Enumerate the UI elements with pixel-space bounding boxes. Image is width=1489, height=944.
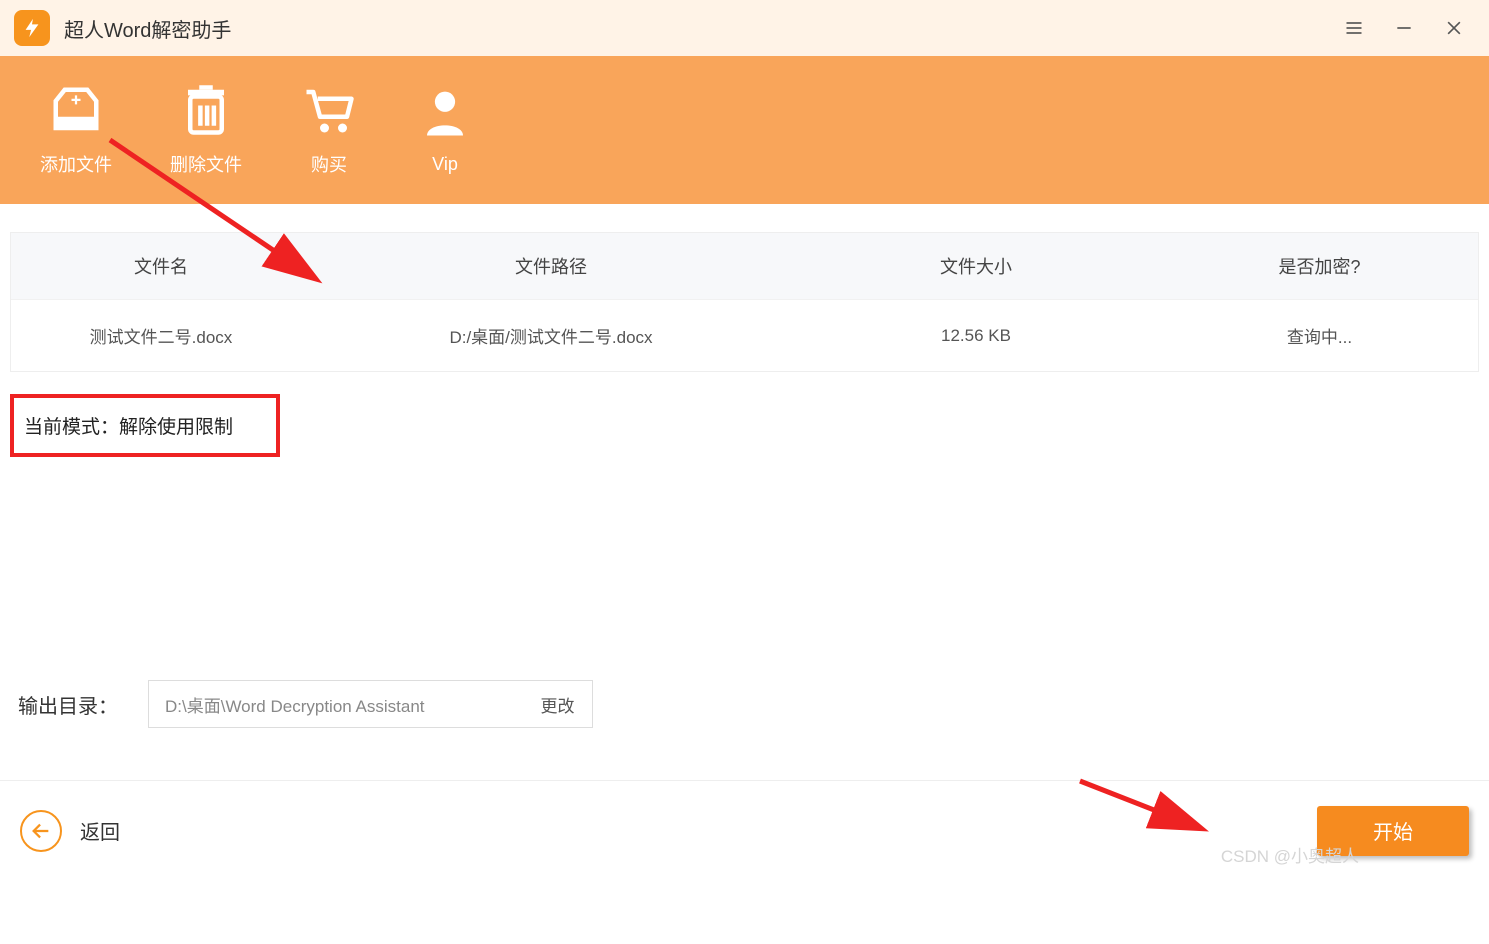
app-logo-icon (14, 10, 50, 46)
add-file-label: 添加文件 (40, 151, 112, 177)
minimize-icon[interactable] (1393, 17, 1415, 39)
header-filename: 文件名 (11, 253, 311, 279)
cell-encrypted: 查询中... (1161, 323, 1478, 348)
change-output-button[interactable]: 更改 (523, 680, 593, 728)
cell-filename: 测试文件二号.docx (11, 323, 311, 348)
table-row[interactable]: 测试文件二号.docx D:/桌面/测试文件二号.docx 12.56 KB 查… (11, 299, 1478, 371)
header-filesize: 文件大小 (791, 253, 1161, 279)
output-directory-row: 输出目录： D:\桌面\Word Decryption Assistant 更改 (18, 680, 593, 728)
vip-button[interactable]: Vip (416, 86, 474, 175)
add-file-icon (47, 83, 105, 137)
file-table-header: 文件名 文件路径 文件大小 是否加密? (11, 233, 1478, 299)
add-file-button[interactable]: 添加文件 (40, 83, 112, 177)
back-arrow-icon (20, 810, 62, 852)
cart-icon (300, 83, 358, 137)
app-title: 超人Word解密助手 (64, 14, 231, 43)
main-toolbar: 添加文件 删除文件 购买 Vip (0, 56, 1489, 204)
delete-file-button[interactable]: 删除文件 (170, 83, 242, 177)
current-mode-box: 当前模式：解除使用限制 (10, 394, 280, 457)
user-icon (416, 86, 474, 140)
cell-filepath: D:/桌面/测试文件二号.docx (311, 323, 791, 348)
delete-file-label: 删除文件 (170, 151, 242, 177)
trash-icon (177, 83, 235, 137)
header-filepath: 文件路径 (311, 253, 791, 279)
watermark-text: CSDN @小奥超人 (1221, 842, 1359, 867)
buy-label: 购买 (311, 151, 347, 177)
file-table: 文件名 文件路径 文件大小 是否加密? 测试文件二号.docx D:/桌面/测试… (10, 232, 1479, 372)
output-label: 输出目录： (18, 690, 118, 719)
vip-label: Vip (432, 154, 458, 175)
output-path-field[interactable]: D:\桌面\Word Decryption Assistant (148, 680, 553, 728)
header-encrypted: 是否加密? (1161, 253, 1478, 279)
back-label: 返回 (80, 816, 120, 845)
window-controls (1343, 17, 1475, 39)
buy-button[interactable]: 购买 (300, 83, 358, 177)
cell-filesize: 12.56 KB (791, 326, 1161, 346)
title-bar-left: 超人Word解密助手 (14, 10, 231, 46)
back-button[interactable]: 返回 (20, 810, 120, 852)
title-bar: 超人Word解密助手 (0, 0, 1489, 56)
close-icon[interactable] (1443, 17, 1465, 39)
menu-icon[interactable] (1343, 17, 1365, 39)
